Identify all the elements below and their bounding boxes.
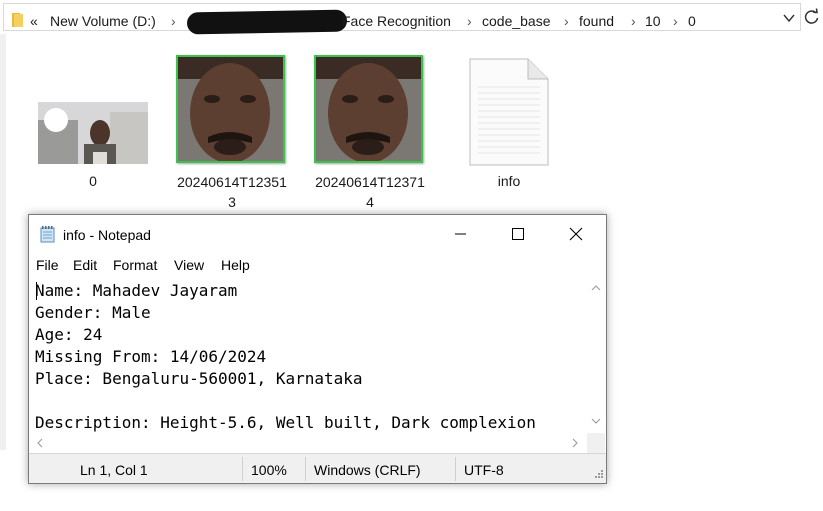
menu-format[interactable]: Format bbox=[113, 256, 157, 274]
menu-bar: File Edit Format View Help bbox=[29, 253, 606, 277]
maximize-button[interactable] bbox=[489, 215, 547, 253]
file-item-face-1[interactable]: 20240614T12351 3 bbox=[170, 52, 294, 212]
file-item-face-2[interactable]: 20240614T12371 4 bbox=[308, 52, 432, 212]
menu-file[interactable]: File bbox=[36, 256, 59, 274]
text-line: Age: 24 bbox=[35, 325, 103, 344]
status-divider bbox=[305, 457, 306, 481]
crumb-found[interactable]: found bbox=[579, 12, 614, 30]
file-label: 0 bbox=[89, 173, 97, 189]
chevron-right-icon[interactable]: › bbox=[564, 12, 569, 30]
resize-grip-icon[interactable] bbox=[592, 469, 604, 481]
file-label: info bbox=[497, 173, 521, 189]
file-label-line2: 4 bbox=[366, 194, 374, 210]
text-document-icon bbox=[469, 58, 549, 166]
menu-edit[interactable]: Edit bbox=[73, 256, 97, 274]
notepad-titlebar[interactable]: info - Notepad bbox=[29, 215, 606, 253]
crumb-face-recognition[interactable]: Face Recognition bbox=[342, 12, 451, 30]
text-line: Place: Bengaluru-560001, Karnataka bbox=[35, 369, 363, 388]
redaction-mark bbox=[186, 9, 348, 35]
chevron-right-icon[interactable]: › bbox=[673, 12, 678, 30]
status-divider bbox=[455, 457, 456, 481]
scroll-right-icon[interactable] bbox=[572, 438, 578, 448]
notepad-window: info - Notepad File Edit Format View Hel… bbox=[28, 214, 607, 484]
scroll-down-icon[interactable] bbox=[591, 418, 601, 424]
minimize-button[interactable] bbox=[431, 215, 489, 253]
folder-icon bbox=[12, 13, 23, 27]
status-zoom: 100% bbox=[251, 462, 287, 478]
chevron-down-icon[interactable] bbox=[783, 13, 795, 23]
status-encoding: UTF-8 bbox=[464, 462, 504, 478]
file-label-line2: 3 bbox=[228, 194, 236, 210]
face-thumbnail bbox=[314, 55, 423, 163]
scroll-up-icon[interactable] bbox=[591, 285, 601, 291]
crumb-10[interactable]: 10 bbox=[645, 12, 661, 30]
text-caret bbox=[36, 282, 37, 300]
file-item-0[interactable]: 0 bbox=[36, 98, 150, 198]
status-position: Ln 1, Col 1 bbox=[80, 462, 148, 478]
menu-view[interactable]: View bbox=[174, 256, 204, 274]
close-icon bbox=[569, 227, 583, 241]
chevron-right-icon[interactable]: › bbox=[631, 12, 636, 30]
status-bar: Ln 1, Col 1 100% Windows (CRLF) UTF-8 bbox=[29, 453, 606, 483]
navigation-pane-edge bbox=[0, 34, 6, 450]
scroll-left-icon[interactable] bbox=[37, 438, 43, 448]
scroll-corner bbox=[587, 433, 605, 453]
vertical-scrollbar[interactable] bbox=[587, 277, 605, 433]
chevron-right-icon[interactable]: › bbox=[171, 12, 176, 30]
crumb-code-base[interactable]: code_base bbox=[482, 12, 551, 30]
address-bar: « New Volume (D:) › Face Recognition › c… bbox=[0, 0, 823, 35]
refresh-icon[interactable] bbox=[803, 6, 821, 28]
horizontal-scrollbar[interactable] bbox=[31, 433, 587, 453]
photo-thumbnail bbox=[38, 102, 148, 164]
text-editor[interactable]: Name: Mahadev Jayaram Gender: Male Age: … bbox=[31, 277, 587, 433]
address-box[interactable]: « New Volume (D:) › Face Recognition › c… bbox=[3, 3, 801, 35]
window-title: info - Notepad bbox=[63, 227, 151, 243]
text-line bbox=[35, 390, 587, 412]
back-chevron[interactable]: « bbox=[30, 12, 38, 30]
text-line: Name: Mahadev Jayaram bbox=[35, 281, 238, 300]
maximize-icon bbox=[512, 228, 524, 240]
face-thumbnail bbox=[176, 55, 285, 163]
status-line-ending: Windows (CRLF) bbox=[314, 462, 421, 478]
crumb-0[interactable]: 0 bbox=[688, 12, 696, 30]
crumb-drive[interactable]: New Volume (D:) bbox=[50, 12, 156, 30]
minimize-icon bbox=[455, 233, 466, 235]
text-line: Description: Height-5.6, Well built, Dar… bbox=[35, 413, 536, 432]
text-line: Gender: Male bbox=[35, 303, 151, 322]
file-item-info[interactable]: info bbox=[454, 54, 564, 194]
status-divider bbox=[242, 457, 243, 481]
text-line: Missing From: 14/06/2024 bbox=[35, 347, 267, 366]
menu-help[interactable]: Help bbox=[221, 256, 250, 274]
close-button[interactable] bbox=[547, 215, 605, 253]
notepad-icon bbox=[40, 226, 55, 243]
chevron-right-icon[interactable]: › bbox=[467, 12, 472, 30]
